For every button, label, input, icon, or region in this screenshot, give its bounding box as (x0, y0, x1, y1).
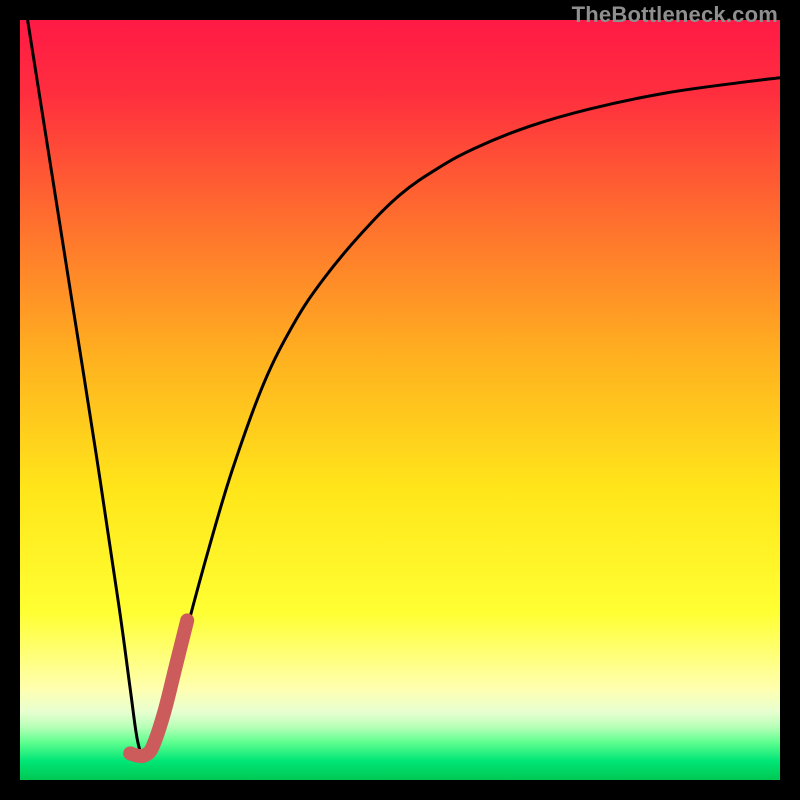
bottleneck-chart (20, 20, 780, 780)
chart-frame: TheBottleneck.com (0, 0, 800, 800)
watermark-text: TheBottleneck.com (572, 2, 778, 28)
chart-background-gradient (20, 20, 780, 780)
